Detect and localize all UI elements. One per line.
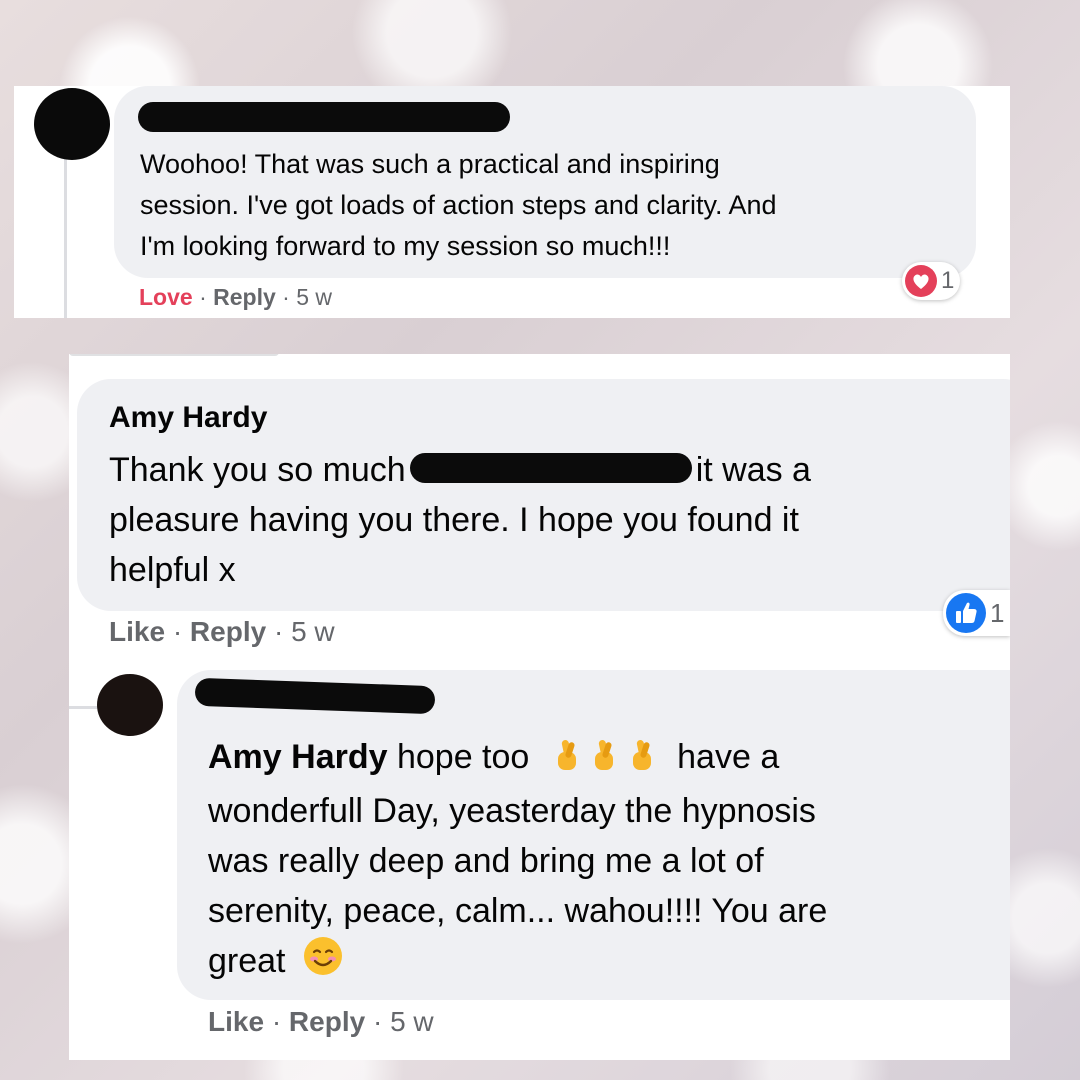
reaction-count: 1 <box>941 267 955 294</box>
mention-link[interactable]: Amy Hardy <box>208 738 388 776</box>
like-link[interactable]: Like <box>208 1006 264 1037</box>
redacted-author-name <box>138 102 510 132</box>
reply-link[interactable]: Reply <box>289 1006 365 1037</box>
thumbs-up-icon <box>946 593 986 633</box>
comment-text: Thank you so much it was a pleasure havin… <box>109 451 811 589</box>
comment-card-2: Amy Hardy Thank you so much it was a plea… <box>69 354 1010 1060</box>
thread-line <box>64 158 67 318</box>
reply-bubble-nested: Amy Hardy hope too have a wonderfull Day… <box>177 670 1010 1000</box>
avatar-redacted[interactable] <box>97 674 163 736</box>
comment-bubble: Woohoo! That was such a practical and in… <box>114 86 976 278</box>
comment-text: Amy Hardy hope too have a wonderfull Day… <box>208 732 1008 990</box>
comment-actions: Like · Reply · 5 w <box>208 1006 434 1037</box>
heart-icon <box>905 265 937 297</box>
redacted-mention <box>409 453 692 483</box>
love-reaction-link[interactable]: Love <box>139 284 193 310</box>
comment-actions: Love · Reply · 5 w <box>139 284 333 310</box>
timestamp[interactable]: 5 w <box>291 616 335 647</box>
timestamp[interactable]: 5 w <box>390 1006 434 1037</box>
reply-bubble-amy: Amy Hardy Thank you so much it was a plea… <box>77 379 1010 611</box>
crossed-fingers-emoji <box>628 736 656 786</box>
comment-card-1: Woohoo! That was such a practical and in… <box>14 86 1010 318</box>
redacted-author-name <box>194 677 436 715</box>
smiling-face-emoji <box>303 936 343 990</box>
reaction-count-badge[interactable]: 1 <box>902 262 961 300</box>
comment-actions: Like · Reply · 5 w <box>109 616 335 647</box>
reaction-count-badge[interactable]: 1 <box>943 590 1010 636</box>
like-link[interactable]: Like <box>109 616 165 647</box>
comment-author[interactable]: Amy Hardy <box>109 401 267 435</box>
cropped-meta-remnant <box>69 354 279 356</box>
avatar-redacted[interactable] <box>34 88 110 160</box>
comment-text: Woohoo! That was such a practical and in… <box>140 149 777 261</box>
reply-link[interactable]: Reply <box>190 616 266 647</box>
timestamp[interactable]: 5 w <box>296 284 332 310</box>
reaction-count: 1 <box>990 597 1005 628</box>
thread-line <box>69 706 97 709</box>
reply-link[interactable]: Reply <box>213 284 276 310</box>
crossed-fingers-emoji <box>590 736 618 786</box>
crossed-fingers-emoji <box>553 736 581 786</box>
